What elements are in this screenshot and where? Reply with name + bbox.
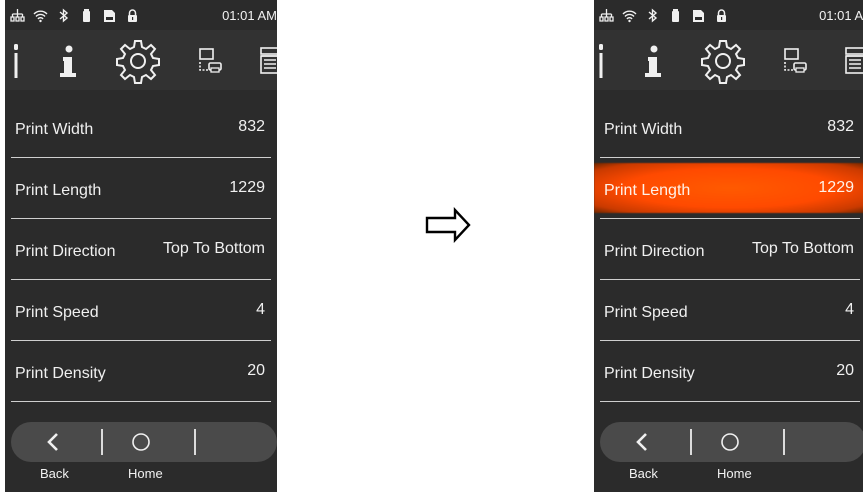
navigation-bar — [11, 422, 277, 462]
nav-separator — [194, 429, 196, 455]
bluetooth-icon — [645, 7, 660, 23]
setting-value: 832 — [827, 118, 854, 135]
setting-row-print-density[interactable]: Print Density 20 — [5, 341, 277, 402]
nav-separator — [783, 429, 785, 455]
setting-value: 20 — [836, 362, 854, 379]
back-button[interactable] — [620, 422, 664, 462]
network-icon — [10, 8, 25, 23]
status-bar: 01:01 AM — [594, 0, 863, 30]
setting-label: Print Length — [604, 182, 691, 199]
settings-gear-icon[interactable] — [113, 36, 163, 86]
setting-label: Print Speed — [15, 304, 99, 321]
setting-row-print-width[interactable]: Print Width 832 — [5, 97, 277, 158]
setting-row-print-width[interactable]: Print Width 832 — [594, 97, 863, 158]
settings-gear-icon[interactable] — [698, 36, 748, 86]
settings-list: Print Width 832 Print Length 1229 Print … — [5, 97, 277, 402]
sd-card-icon — [691, 8, 706, 23]
setting-label: Print Speed — [604, 304, 688, 321]
print-setup-icon[interactable] — [195, 36, 225, 86]
sd-card-icon — [102, 8, 117, 23]
nav-separator — [690, 429, 692, 455]
setting-label: Print Width — [15, 121, 94, 138]
setting-row-print-speed[interactable]: Print Speed 4 — [5, 280, 277, 341]
home-label: Home — [717, 466, 752, 481]
navigation-bar — [600, 422, 863, 462]
setting-row-print-density[interactable]: Print Density 20 — [594, 341, 863, 402]
lock-icon — [714, 8, 729, 23]
setting-value: Top To Bottom — [752, 240, 854, 257]
info-icon[interactable] — [53, 36, 83, 86]
toolbar — [5, 30, 277, 90]
status-bar: 01:01 AM — [5, 0, 277, 30]
bluetooth-icon — [56, 7, 71, 23]
setting-label: Print Length — [15, 182, 102, 199]
device-screen-before: 01:01 AM Print Width 832 Print Length 12… — [5, 0, 277, 492]
network-icon — [599, 8, 614, 23]
setting-row-print-direction[interactable]: Print Direction Top To Bottom — [594, 219, 863, 280]
chevron-left-icon — [636, 433, 647, 451]
device-screen-after: 01:01 AM Print Width 832 Prin — [594, 0, 863, 492]
back-label: Back — [629, 466, 658, 481]
home-circle-icon — [721, 433, 739, 451]
clock: 01:01 AM — [819, 8, 863, 23]
setting-label: Print Width — [604, 121, 683, 138]
setting-row-print-direction[interactable]: Print Direction Top To Bottom — [5, 219, 277, 280]
clock: 01:01 AM — [222, 8, 277, 23]
print-setup-icon[interactable] — [780, 36, 810, 86]
divider — [600, 401, 860, 402]
label-icon[interactable] — [840, 36, 863, 86]
setting-value: 832 — [238, 118, 265, 135]
wifi-icon — [33, 8, 48, 23]
home-label: Home — [128, 466, 163, 481]
label-icon[interactable] — [255, 36, 277, 86]
setting-label: Print Direction — [15, 243, 116, 260]
back-label: Back — [40, 466, 69, 481]
tool-icon[interactable] — [9, 36, 23, 86]
home-button[interactable] — [119, 422, 163, 462]
arrow-right-icon — [425, 206, 471, 244]
setting-label: Print Density — [15, 365, 106, 382]
setting-row-print-speed[interactable]: Print Speed 4 — [594, 280, 863, 341]
home-circle-icon — [132, 433, 150, 451]
tool-icon[interactable] — [594, 36, 608, 86]
info-icon[interactable] — [638, 36, 668, 86]
back-button[interactable] — [31, 422, 75, 462]
toolbar — [594, 30, 863, 90]
lock-icon — [125, 8, 140, 23]
setting-value: 4 — [845, 301, 854, 318]
battery-icon — [668, 8, 683, 23]
wifi-icon — [622, 8, 637, 23]
divider — [11, 401, 271, 402]
setting-label: Print Direction — [604, 243, 705, 260]
setting-label: Print Density — [604, 365, 695, 382]
nav-separator — [101, 429, 103, 455]
settings-list: Print Width 832 Print Length 1229 Print … — [594, 97, 863, 402]
battery-icon — [79, 8, 94, 23]
chevron-left-icon — [47, 433, 58, 451]
setting-value: 1229 — [229, 179, 265, 196]
setting-value: 20 — [247, 362, 265, 379]
setting-row-print-length[interactable]: Print Length 1229 — [5, 158, 277, 219]
home-button[interactable] — [708, 422, 752, 462]
setting-value: 4 — [256, 301, 265, 318]
setting-row-print-length-selected[interactable]: Print Length 1229 — [594, 158, 863, 219]
setting-value: 1229 — [818, 179, 854, 196]
setting-value: Top To Bottom — [163, 240, 265, 257]
